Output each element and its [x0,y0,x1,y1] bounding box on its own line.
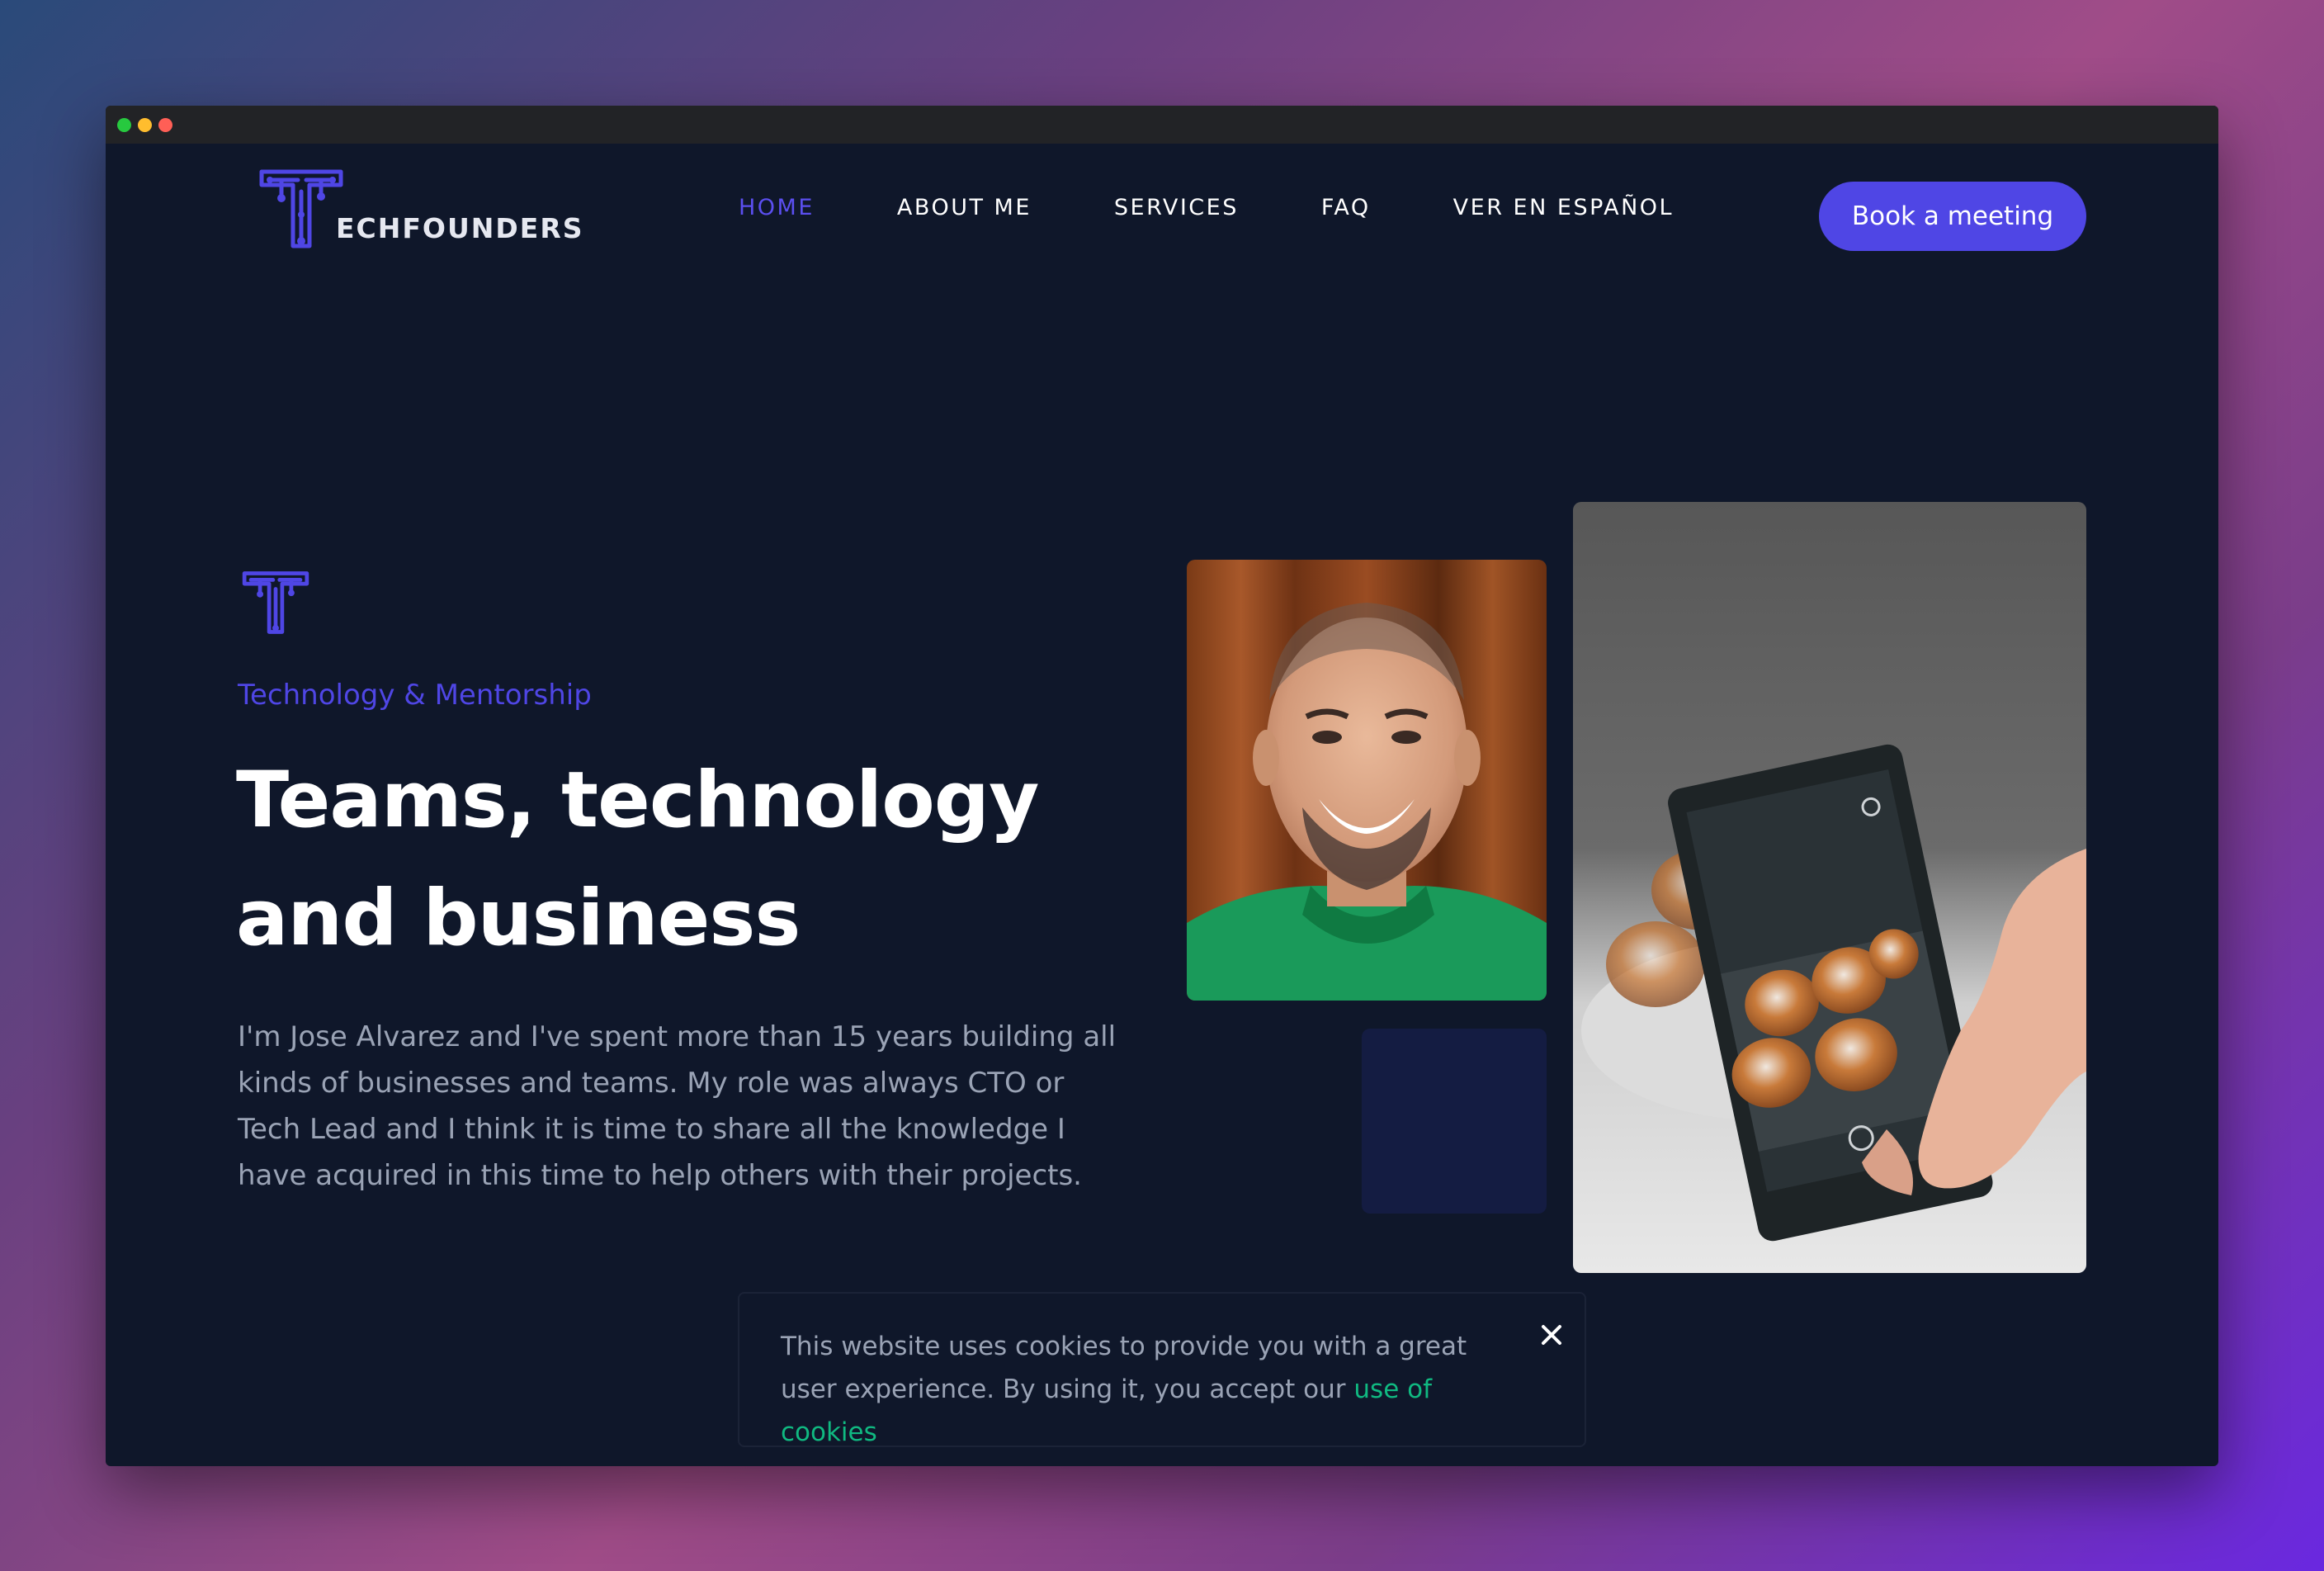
circuit-t-icon [242,571,309,634]
circuit-t-logo-icon [259,169,343,248]
book-meeting-button[interactable]: Book a meeting [1819,182,2086,251]
nav-links: HOME ABOUT ME SERVICES FAQ VER EN ESPAÑO… [739,195,1756,220]
nav-link-home[interactable]: HOME [739,195,815,220]
cookie-message: This website uses cookies to provide you… [781,1325,1523,1454]
site-logo[interactable]: ECHFOUNDERS [258,168,584,249]
decorative-block [1362,1029,1547,1214]
nav-link-faq[interactable]: FAQ [1321,195,1371,220]
window-dot-green[interactable] [117,117,131,132]
hero-headline: Teams, technology and business [236,755,1039,963]
nav-link-about-me[interactable]: ABOUT ME [897,195,1032,220]
window-titlebar [106,106,2218,144]
close-cookie-button[interactable] [1535,1318,1568,1351]
nav-link-spanish[interactable]: VER EN ESPAÑOL [1453,195,1674,220]
phone-donuts-photo [1573,502,2086,1273]
hero-intro-text: I'm Jose Alvarez and I've spent more tha… [238,1020,1117,1192]
cookie-banner: This website uses cookies to provide you… [738,1292,1586,1447]
browser-window: ECHFOUNDERS HOME ABOUT ME SERVICES FAQ V… [106,106,2218,1466]
logo-wordmark: ECHFOUNDERS [336,212,584,244]
founder-portrait-photo [1187,560,1547,1001]
hero-tagline: Technology & Mentorship [238,679,592,712]
window-dot-red[interactable] [158,117,172,132]
nav-link-services[interactable]: SERVICES [1114,195,1239,220]
top-navigation: ECHFOUNDERS HOME ABOUT ME SERVICES FAQ V… [106,144,2218,276]
close-icon [1542,1325,1561,1345]
window-dot-yellow[interactable] [138,117,152,132]
